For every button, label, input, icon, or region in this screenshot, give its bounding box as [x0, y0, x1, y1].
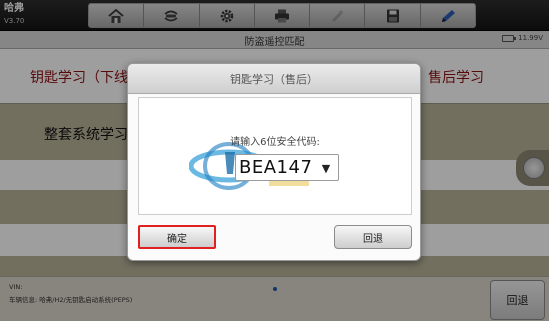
confirm-button[interactable]: 确定	[138, 225, 216, 249]
dialog-title: 钥匙学习（售后）	[128, 64, 420, 94]
security-code-dialog: 钥匙学习（售后） 请输入6位安全代码: BEA147 ▼ 确定 回退	[127, 63, 421, 261]
dialog-body: 请输入6位安全代码: BEA147 ▼	[138, 97, 412, 215]
security-code-select[interactable]: BEA147 ▼	[235, 154, 339, 181]
dropdown-arrow-icon[interactable]: ▼	[317, 159, 335, 177]
security-code-prompt: 请输入6位安全代码:	[230, 137, 320, 148]
dialog-back-button[interactable]: 回退	[334, 225, 412, 249]
security-code-value: BEA147	[239, 157, 313, 178]
